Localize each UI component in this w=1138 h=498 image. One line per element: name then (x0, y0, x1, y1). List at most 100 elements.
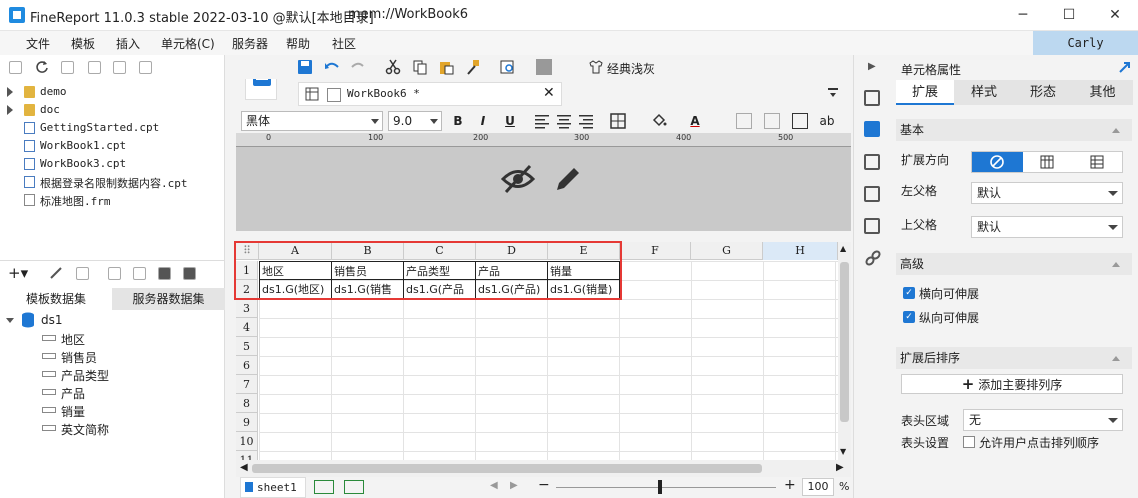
add-dataset-icon[interactable]: +▾ (8, 264, 28, 282)
maximize-button[interactable]: ☐ (1046, 0, 1092, 31)
tab-other[interactable]: 其他 (1072, 80, 1133, 105)
collapse-panel-icon[interactable]: ▶ (868, 61, 876, 72)
row-header[interactable]: 8 (236, 394, 258, 413)
row-header[interactable]: 5 (236, 337, 258, 356)
tree-item-folder[interactable]: demo (0, 83, 225, 101)
wrap-text-icon[interactable] (792, 113, 808, 129)
hide-icon[interactable] (501, 164, 535, 194)
zoom-slider-track[interactable] (556, 487, 776, 488)
zoom-out-button[interactable]: − (538, 477, 550, 493)
row-header[interactable]: 10 (236, 432, 258, 451)
add-form-sheet-icon[interactable] (344, 480, 364, 494)
fill-color-icon[interactable] (651, 113, 667, 129)
dataset-field[interactable]: 销量 (0, 401, 225, 419)
dataset-node[interactable]: ds1 (0, 311, 225, 329)
database-icon[interactable] (158, 267, 171, 280)
preview-icon[interactable] (108, 267, 121, 280)
expand-arrow-icon[interactable] (1118, 61, 1131, 74)
tab-server-dataset[interactable]: 服务器数据集 (112, 288, 225, 310)
undo-icon[interactable] (324, 59, 340, 75)
row-header[interactable]: 1 (236, 261, 258, 280)
column-header[interactable]: B (332, 242, 404, 260)
bold-button[interactable]: B (449, 112, 467, 130)
column-header[interactable]: H (763, 242, 838, 260)
menu-file[interactable]: 文件 (26, 35, 50, 52)
new-folder-icon[interactable] (9, 61, 22, 74)
preview-icon[interactable] (500, 59, 516, 75)
left-parent-select[interactable]: 默认 (971, 182, 1123, 204)
header-area-select[interactable]: 无 (963, 409, 1123, 431)
underline-button[interactable]: U (501, 112, 519, 130)
dataset-field[interactable]: 产品类型 (0, 365, 225, 383)
scroll-right-icon[interactable]: ▶ (836, 462, 844, 473)
scroll-right-icon[interactable]: ▶ (510, 480, 518, 491)
minimize-button[interactable]: ─ (1000, 0, 1046, 31)
add-sort-button[interactable]: + 添加主要排列序 (901, 374, 1123, 394)
paste-icon[interactable] (438, 59, 454, 75)
horizontal-expand-icon[interactable] (1090, 155, 1104, 169)
italic-button[interactable]: I (474, 112, 492, 130)
cell-props-icon[interactable] (864, 121, 880, 137)
tab-menu-icon[interactable] (826, 86, 840, 100)
row-header[interactable]: 6 (236, 356, 258, 375)
cell-d2[interactable]: ds1.G(产品) (476, 280, 548, 299)
border-icon[interactable] (610, 113, 626, 129)
close-tab-icon[interactable]: ✕ (543, 85, 555, 101)
top-parent-select[interactable]: 默认 (971, 216, 1123, 238)
user-account[interactable]: Carly (1033, 31, 1138, 55)
dataset-field[interactable]: 销售员 (0, 347, 225, 365)
cell-c1[interactable]: 产品类型 (404, 261, 476, 280)
cell-a1[interactable]: 地区 (259, 261, 332, 280)
dataset-settings-icon[interactable] (133, 267, 146, 280)
section-advanced[interactable]: 高级 (896, 253, 1132, 275)
select-all-corner[interactable]: ⠿ (236, 242, 259, 260)
horizontal-scroll-thumb[interactable] (252, 464, 762, 473)
column-header[interactable]: D (476, 242, 548, 260)
toolbar-icon[interactable] (536, 59, 552, 75)
save-icon[interactable] (297, 59, 313, 75)
merge-cells-icon[interactable] (736, 113, 752, 129)
zoom-input[interactable]: 100 (802, 478, 834, 496)
tree-item-file[interactable]: WorkBook1.cpt (0, 137, 225, 155)
copy-icon[interactable] (139, 61, 152, 74)
menu-server[interactable]: 服务器 (232, 35, 268, 52)
dataset-field[interactable]: 英文简称 (0, 419, 225, 437)
align-center-icon[interactable] (556, 113, 572, 129)
column-header[interactable]: A (259, 242, 332, 260)
tree-item-file[interactable]: 标准地图.frm (0, 191, 225, 209)
cell-e1[interactable]: 销量 (548, 261, 620, 280)
tab-shape[interactable]: 形态 (1014, 80, 1072, 105)
widget-icon[interactable] (864, 186, 880, 202)
font-size-select[interactable]: 9.0 (388, 111, 442, 131)
align-left-icon[interactable] (534, 113, 550, 129)
section-sort[interactable]: 扩展后排序 (896, 347, 1132, 369)
refresh-icon[interactable] (35, 60, 49, 74)
font-family-select[interactable]: 黑体 (241, 111, 383, 131)
column-header[interactable]: G (691, 242, 763, 260)
unmerge-cells-icon[interactable] (764, 113, 780, 129)
row-header[interactable]: 9 (236, 413, 258, 432)
cell-e2[interactable]: ds1.G(销量) (548, 280, 620, 299)
add-sheet-icon[interactable] (314, 480, 334, 494)
text-direction-button[interactable]: ab (818, 112, 836, 130)
tree-item-file[interactable]: 根据登录名限制数据内容.cpt (0, 173, 225, 191)
column-header[interactable]: C (404, 242, 476, 260)
column-header[interactable]: F (620, 242, 691, 260)
sheet-tab[interactable]: sheet1 (240, 477, 306, 498)
tree-item-file[interactable]: WorkBook3.cpt (0, 155, 225, 173)
section-basic[interactable]: 基本 (896, 119, 1132, 141)
theme-icon[interactable] (588, 59, 604, 75)
redo-icon[interactable] (350, 59, 366, 75)
cell-c2[interactable]: ds1.G(产品 (404, 280, 476, 299)
row-header[interactable]: 2 (236, 280, 258, 299)
tab-expand[interactable]: 扩展 (896, 80, 954, 105)
tree-item-file[interactable]: GettingStarted.cpt (0, 119, 225, 137)
tab-style[interactable]: 样式 (954, 80, 1014, 105)
delete-dataset-icon[interactable] (76, 267, 89, 280)
cell-b2[interactable]: ds1.G(销售 (332, 280, 404, 299)
scroll-up-icon[interactable]: ▲ (840, 244, 846, 253)
dataset-field[interactable]: 产品 (0, 383, 225, 401)
row-header[interactable]: 11 (236, 451, 258, 460)
scroll-down-icon[interactable]: ▼ (840, 447, 846, 456)
copy-icon[interactable] (412, 59, 428, 75)
